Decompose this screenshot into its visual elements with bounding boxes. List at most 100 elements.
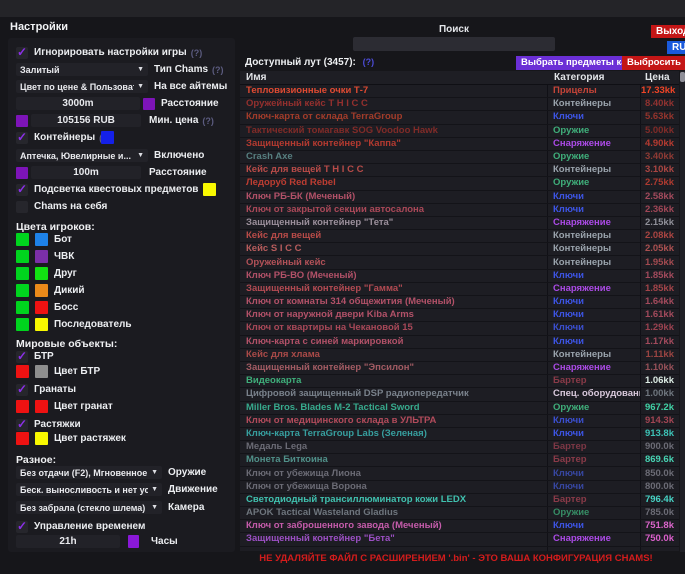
- min-price-color-swatch[interactable]: [16, 115, 28, 127]
- tripwire-color-swatch-2[interactable]: [35, 432, 48, 445]
- containers-color-swatch[interactable]: [101, 131, 114, 144]
- loot-row[interactable]: Монета БиткоинаБартер869.6k: [240, 454, 679, 467]
- player-visible-color-swatch[interactable]: [16, 284, 29, 297]
- time-control-checkbox[interactable]: ✓: [16, 521, 28, 533]
- player-color-label: Последователь: [54, 319, 132, 330]
- loot-row[interactable]: Ключ от закрытой секции автосалонаКлючи2…: [240, 204, 679, 217]
- player-type-color-swatch[interactable]: [35, 301, 48, 314]
- camera-dropdown[interactable]: Без забрала (стекло шлема)▼: [16, 501, 162, 514]
- player-visible-color-swatch[interactable]: [16, 318, 29, 331]
- ignore-game-settings-checkbox[interactable]: ✓: [16, 47, 28, 59]
- loot-row[interactable]: Цифровой защищенный DSP радиопередатчикС…: [240, 388, 679, 401]
- hours-color-swatch[interactable]: [128, 535, 139, 548]
- btr-checkbox[interactable]: ✓: [16, 351, 28, 363]
- loot-row[interactable]: Оружейный кейсКонтейнеры1.95kk: [240, 256, 679, 269]
- loot-row[interactable]: Тактический томагавк SOG Voodoo HawkОруж…: [240, 125, 679, 138]
- tripwires-checkbox[interactable]: ✓: [16, 419, 28, 431]
- player-type-color-swatch[interactable]: [35, 267, 48, 280]
- loot-row[interactable]: Защищенный контейнер "Гамма"Снаряжение1.…: [240, 283, 679, 296]
- loot-row[interactable]: Ключ от комнаты 314 общежития (Меченый)К…: [240, 296, 679, 309]
- exit-button[interactable]: Выход: [651, 25, 685, 38]
- grenade-color-swatch-1[interactable]: [16, 400, 29, 413]
- containers-distance-input[interactable]: [31, 166, 141, 179]
- chams-type-dropdown[interactable]: Залитый▼: [16, 63, 148, 76]
- player-visible-color-swatch[interactable]: [16, 250, 29, 263]
- quest-items-color-swatch[interactable]: [203, 183, 216, 196]
- loot-row[interactable]: Защищенный контейнер "Тета"Снаряжение2.1…: [240, 217, 679, 230]
- loot-row[interactable]: Ключ от заброшенного завода (Меченый)Клю…: [240, 520, 679, 533]
- grenade-color-swatch-2[interactable]: [35, 400, 48, 413]
- loot-row[interactable]: Защищенный контейнер "Каппа"Снаряжение4.…: [240, 138, 679, 151]
- loot-row[interactable]: Кейс для вещейКонтейнеры2.08kk: [240, 230, 679, 243]
- player-visible-color-swatch[interactable]: [16, 301, 29, 314]
- containers-distance-color-swatch[interactable]: [16, 167, 28, 179]
- player-visible-color-swatch[interactable]: [16, 233, 29, 246]
- loot-row[interactable]: Ключ от убежища ЛионаКлючи850.0k: [240, 467, 679, 480]
- loot-item-category: Оружие: [548, 177, 641, 189]
- loot-scrollbar-track[interactable]: [680, 71, 685, 552]
- btr-color-swatch-1[interactable]: [16, 365, 29, 378]
- loot-item-category: Ключи: [548, 428, 641, 440]
- loot-row[interactable]: ВидеокартаБартер1.06kk: [240, 375, 679, 388]
- all-items-row: Цвет по цене & Пользователь▼ На все айте…: [16, 80, 227, 93]
- loot-item-category: Ключи: [548, 270, 641, 282]
- loot-row[interactable]: Защищенный контейнер "Бета"Снаряжение750…: [240, 533, 679, 546]
- btr-color-label: Цвет БТР: [54, 366, 100, 377]
- loot-item-category: Оружие: [548, 507, 641, 519]
- loot-row[interactable]: Ключ от наружной двери Kiba ArmsКлючи1.6…: [240, 309, 679, 322]
- loot-row[interactable]: Ключ РБ-ВО (Меченый)Ключи1.85kk: [240, 270, 679, 283]
- misc-section: Разное:: [16, 453, 56, 466]
- loot-row[interactable]: Тепловизионные очки Т-7Прицелы17.33kk: [240, 85, 679, 98]
- loot-row[interactable]: Miller Bros. Blades M-2 Tactical SwordОр…: [240, 402, 679, 415]
- btr-color-swatch-2[interactable]: [35, 365, 48, 378]
- loot-row[interactable]: Медаль LegaБартер900.0k: [240, 441, 679, 454]
- weapon-row: Без отдачи (F2), Мгновенное п▼ Оружие: [16, 466, 206, 479]
- loot-row[interactable]: Ключ от убежища ВоронаКлючи800.0k: [240, 481, 679, 494]
- min-price-input[interactable]: [31, 114, 141, 127]
- containers-filter-dropdown[interactable]: Аптечка, Ювелирные и...▼: [16, 149, 148, 162]
- loot-row[interactable]: Ключ-карта с синей маркировкойКлючи1.17k…: [240, 336, 679, 349]
- hours-input[interactable]: [16, 535, 120, 548]
- world-objects-section: Мировые объекты:: [16, 337, 117, 350]
- player-visible-color-swatch[interactable]: [16, 267, 29, 280]
- column-header-price: Цена: [641, 72, 679, 83]
- loot-row[interactable]: Ключ от квартиры на Чекановой 15Ключи1.2…: [240, 322, 679, 335]
- loot-row[interactable]: Кейс для вещей T H I C CКонтейнеры3.10kk: [240, 164, 679, 177]
- weapon-dropdown[interactable]: Без отдачи (F2), Мгновенное п▼: [16, 466, 162, 479]
- player-color-row: Бот: [16, 233, 72, 246]
- loot-row[interactable]: Ключ РБ-БК (Меченый)Ключи2.58kk: [240, 191, 679, 204]
- loot-row[interactable]: Светодиодный трансиллюминатор кожи LEDXБ…: [240, 494, 679, 507]
- containers-checkbox[interactable]: ✓: [16, 132, 28, 144]
- movement-dropdown[interactable]: Беск. выносливость и нет уста▼: [16, 483, 162, 496]
- loot-row[interactable]: Кейс S I C CКонтейнеры2.05kk: [240, 243, 679, 256]
- loot-item-price: 2.08kk: [641, 230, 679, 242]
- loot-row[interactable]: Crash AxeОружие3.40kk: [240, 151, 679, 164]
- distance-input[interactable]: [16, 97, 140, 110]
- loot-row[interactable]: Кейс для хламаКонтейнеры1.11kk: [240, 349, 679, 362]
- loot-row[interactable]: Ключ-карта TerraGroup Labs (Зеленая)Ключ…: [240, 428, 679, 441]
- player-type-color-swatch[interactable]: [35, 318, 48, 331]
- loot-row[interactable]: Ключ от медицинского склада в УЛЬТРАКлюч…: [240, 415, 679, 428]
- time-control-label: Управление временем: [34, 521, 145, 532]
- search-input[interactable]: [353, 37, 555, 51]
- loot-row[interactable]: APOK Tactical Wasteland GladiusОружие785…: [240, 507, 679, 520]
- player-type-color-swatch[interactable]: [35, 284, 48, 297]
- chams-self-checkbox[interactable]: [16, 201, 28, 213]
- player-type-color-swatch[interactable]: [35, 233, 48, 246]
- grenades-checkbox[interactable]: ✓: [16, 384, 28, 396]
- loot-row[interactable]: Защищенный контейнер "Эпсилон"Снаряжение…: [240, 362, 679, 375]
- player-color-label: Бот: [54, 234, 72, 245]
- language-button[interactable]: RU: [667, 41, 685, 54]
- loot-row[interactable]: Ключ-карта от склада TerraGroupКлючи5.63…: [240, 111, 679, 124]
- loot-row[interactable]: Ледоруб Red RebelОружие2.75kk: [240, 177, 679, 190]
- distance-color-swatch[interactable]: [143, 98, 155, 110]
- loot-scrollbar-thumb[interactable]: [680, 72, 685, 82]
- drop-all-button[interactable]: Выбросить все: [622, 56, 685, 70]
- all-items-dropdown[interactable]: Цвет по цене & Пользователь▼: [16, 80, 148, 93]
- tripwire-color-swatch-1[interactable]: [16, 432, 29, 445]
- quest-items-checkbox[interactable]: ✓: [16, 184, 28, 196]
- loot-row[interactable]: [240, 547, 679, 551]
- loot-row[interactable]: Оружейный кейс T H I C CКонтейнеры8.40kk: [240, 98, 679, 111]
- player-type-color-swatch[interactable]: [35, 250, 48, 263]
- chevron-down-icon: ▼: [137, 66, 144, 73]
